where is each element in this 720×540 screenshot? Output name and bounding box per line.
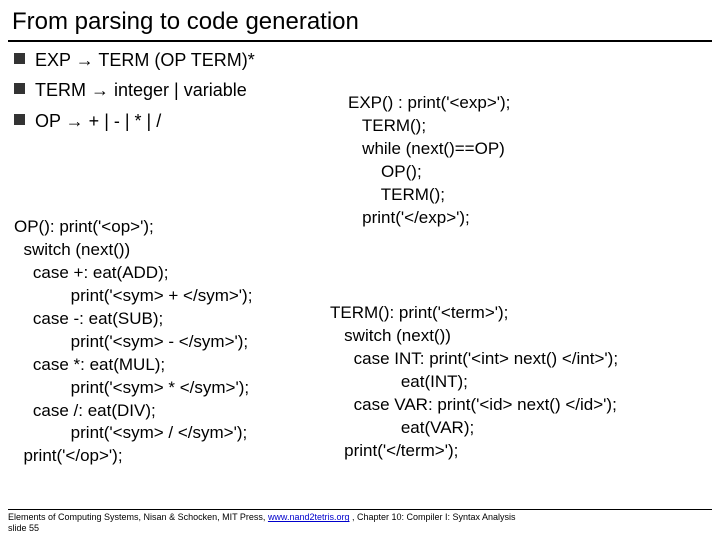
bullet-square-icon: [14, 53, 25, 64]
slide-title: From parsing to code generation: [0, 0, 720, 40]
bullet-text: TERM → integer | variable: [35, 78, 247, 102]
bullet-square-icon: [14, 83, 25, 94]
bullet-text: EXP → TERM (OP TERM)*: [35, 48, 255, 72]
exp-code-block: EXP() : print('<exp>'); TERM(); while (n…: [348, 92, 708, 230]
title-rule: [8, 40, 712, 42]
footnote-slide: slide 55: [8, 523, 39, 533]
term-code-block: TERM(): print('<term>'); switch (next())…: [330, 302, 720, 463]
footnote-before: Elements of Computing Systems, Nisan & S…: [8, 512, 268, 522]
bullet-square-icon: [14, 114, 25, 125]
footnote-link[interactable]: www.nand2tetris.org: [268, 512, 350, 522]
content-area: EXP → TERM (OP TERM)* TERM → integer | v…: [0, 48, 720, 133]
slide: From parsing to code generation EXP → TE…: [0, 0, 720, 540]
bullet-exp: EXP → TERM (OP TERM)*: [14, 48, 706, 72]
footnote: Elements of Computing Systems, Nisan & S…: [8, 509, 712, 534]
footnote-after: , Chapter 10: Compiler I: Syntax Analysi…: [349, 512, 515, 522]
bullet-text: OP → + | - | * | /: [35, 109, 161, 133]
op-code-block: OP(): print('<op>'); switch (next()) cas…: [14, 216, 354, 468]
